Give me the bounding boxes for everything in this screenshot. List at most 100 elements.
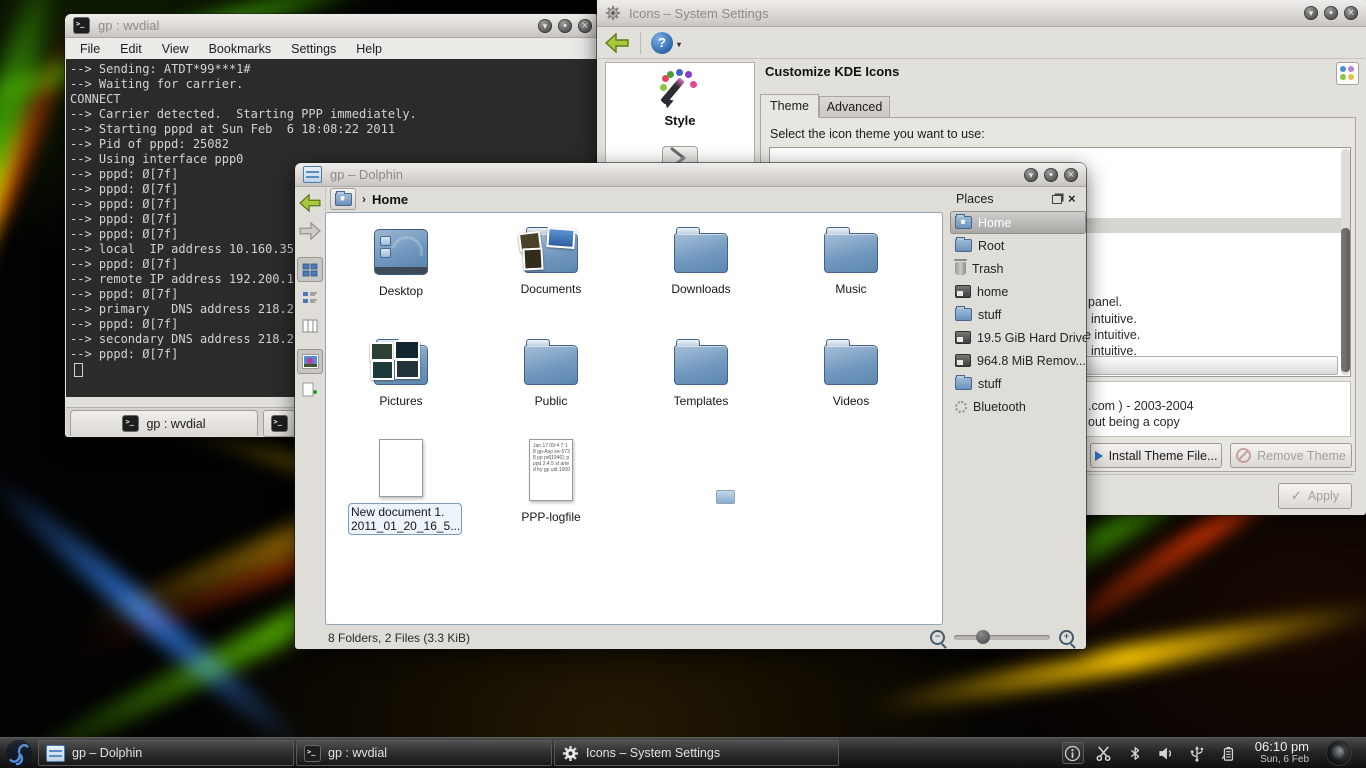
volume-icon[interactable] <box>1156 743 1176 763</box>
app-launcher-button[interactable] <box>0 738 37 768</box>
clock-date: Sun, 6 Feb <box>1255 753 1309 766</box>
theme-description-fragment: e intuitive. <box>1084 328 1140 342</box>
maximize-icon[interactable] <box>1044 168 1058 182</box>
task-konsole[interactable]: gp : wvdial <box>296 740 552 766</box>
info-icon[interactable] <box>1063 743 1083 763</box>
new-tab-button[interactable] <box>263 410 295 437</box>
sidebar-item-style[interactable]: Style <box>606 63 754 128</box>
split-view-icon <box>302 382 318 398</box>
clock[interactable]: 06:10 pm Sun, 6 Feb <box>1249 740 1315 766</box>
place-hard-drive[interactable]: 19.5 GiB Hard Drive <box>950 326 1086 349</box>
folder-item-pictures[interactable]: Pictures <box>336 335 466 408</box>
battery-icon[interactable] <box>1218 743 1238 763</box>
scrollbar-thumb[interactable] <box>1341 228 1350 372</box>
icons-view-button[interactable] <box>297 257 323 282</box>
tab-theme[interactable]: Theme <box>760 94 819 118</box>
dolphin-statusbar: 8 Folders, 2 Files (3.3 KiB) − + <box>295 626 1086 649</box>
place-stuff-2[interactable]: stuff <box>950 372 1086 395</box>
icon-theme-prompt: Select the icon theme you want to use: <box>770 127 985 141</box>
task-label: gp – Dolphin <box>72 746 142 760</box>
folder-item-videos[interactable]: Videos <box>786 335 916 408</box>
tab-advanced[interactable]: Advanced <box>819 96 890 118</box>
zoom-slider[interactable] <box>954 635 1050 640</box>
terminal-tab[interactable]: gp : wvdial <box>70 410 258 436</box>
install-theme-button[interactable]: Install Theme File... <box>1090 443 1222 468</box>
text-file-icon: Jan 17 09:4 7:18 gp-Asp ire-5738 pp pd[1… <box>529 439 573 501</box>
place-trash[interactable]: Trash <box>950 257 1086 280</box>
maximize-icon[interactable] <box>558 19 572 33</box>
launcher-swirl-icon <box>5 739 33 767</box>
task-dolphin[interactable]: gp – Dolphin <box>38 740 294 766</box>
zoom-in-icon[interactable]: + <box>1059 630 1074 645</box>
menu-view[interactable]: View <box>162 42 189 56</box>
place-bluetooth[interactable]: Bluetooth <box>950 395 1086 418</box>
close-icon[interactable] <box>1344 6 1358 20</box>
close-icon[interactable] <box>578 19 592 33</box>
breadcrumb-home-button[interactable] <box>330 188 356 210</box>
usb-device-icon[interactable] <box>1187 743 1207 763</box>
preview-button[interactable] <box>297 349 323 374</box>
minimize-icon[interactable] <box>538 19 552 33</box>
drive-icon <box>955 285 971 298</box>
apply-button[interactable]: ✓ Apply <box>1278 483 1352 509</box>
place-root[interactable]: Root <box>950 234 1086 257</box>
folder-icon <box>955 377 972 390</box>
panel-toolbox-icon[interactable] <box>1326 740 1352 766</box>
file-view[interactable]: Desktop Documents Downloads Music <box>325 212 943 625</box>
folder-icon <box>824 345 878 385</box>
close-panel-icon[interactable] <box>1068 193 1080 205</box>
folder-item-templates[interactable]: Templates <box>636 335 766 408</box>
task-system-settings[interactable]: Icons – System Settings <box>554 740 839 766</box>
file-item-new-document[interactable] <box>336 435 466 497</box>
install-arrow-icon <box>1095 451 1103 461</box>
forward-arrow-icon <box>299 222 321 240</box>
klipper-scissors-icon[interactable] <box>1094 743 1114 763</box>
drive-icon <box>955 354 971 367</box>
forward-button[interactable] <box>297 218 323 243</box>
split-view-button[interactable] <box>297 377 323 402</box>
breadcrumb-home-label[interactable]: Home <box>372 192 408 207</box>
terminal-titlebar[interactable]: gp : wvdial <box>65 14 600 38</box>
zoom-slider-knob[interactable] <box>976 630 990 644</box>
dolphin-titlebar[interactable]: gp – Dolphin <box>295 163 1086 187</box>
details-view-button[interactable] <box>297 285 323 310</box>
folder-item-downloads[interactable]: Downloads <box>636 223 766 296</box>
place-removable[interactable]: 964.8 MiB Remov... <box>950 349 1086 372</box>
detach-panel-icon[interactable] <box>1052 195 1062 204</box>
minimize-icon[interactable] <box>1304 6 1318 20</box>
list-scrollbar[interactable] <box>1341 149 1350 375</box>
terminal-cursor <box>74 363 83 377</box>
back-button[interactable] <box>604 31 630 55</box>
folder-item-documents[interactable]: Documents <box>486 223 616 296</box>
folder-item-music[interactable]: Music <box>786 223 916 296</box>
minimize-icon[interactable] <box>1024 168 1038 182</box>
menu-help[interactable]: Help <box>356 42 382 56</box>
folder-item-desktop[interactable]: Desktop <box>336 223 466 298</box>
remove-theme-button[interactable]: Remove Theme <box>1230 443 1352 468</box>
zoom-out-icon[interactable]: − <box>930 630 945 645</box>
menu-bookmarks[interactable]: Bookmarks <box>209 42 272 56</box>
menu-settings[interactable]: Settings <box>291 42 336 56</box>
selected-file-label[interactable]: New document 1. 2011_01_20_16_5... <box>348 503 462 535</box>
status-text: 8 Folders, 2 Files (3.3 KiB) <box>328 631 470 645</box>
menu-file[interactable]: File <box>80 42 100 56</box>
desktop: gp : wvdial File Edit View Bookmarks Set… <box>0 0 1366 768</box>
place-home[interactable]: Home <box>950 211 1086 234</box>
help-icon[interactable]: ?▾ <box>651 32 673 54</box>
maximize-icon[interactable] <box>1324 6 1338 20</box>
columns-view-button[interactable] <box>297 313 323 338</box>
konsole-icon <box>73 17 90 34</box>
gear-icon <box>562 745 579 762</box>
place-stuff[interactable]: stuff <box>950 303 1086 326</box>
bluetooth-icon[interactable] <box>1125 743 1145 763</box>
gear-icon <box>605 5 621 21</box>
close-icon[interactable] <box>1064 168 1078 182</box>
overview-button[interactable] <box>1336 62 1359 85</box>
place-home-partition[interactable]: home <box>950 280 1086 303</box>
file-item-ppp-logfile[interactable]: Jan 17 09:4 7:18 gp-Asp ire-5738 pp pd[1… <box>486 435 616 524</box>
menu-edit[interactable]: Edit <box>120 42 142 56</box>
back-button[interactable] <box>297 190 323 215</box>
folder-icon <box>674 345 728 385</box>
settings-titlebar[interactable]: Icons – System Settings <box>597 0 1366 27</box>
folder-item-public[interactable]: Public <box>486 335 616 408</box>
